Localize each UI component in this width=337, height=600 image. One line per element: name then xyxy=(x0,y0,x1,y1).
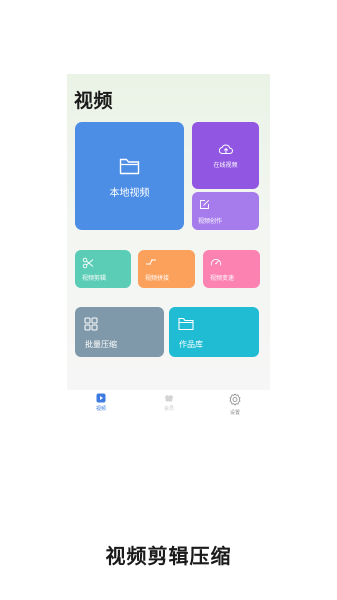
video-speed-card[interactable]: 视频变速 xyxy=(203,250,260,288)
grid-icon xyxy=(84,317,98,331)
video-cut-card[interactable]: 视频剪辑 xyxy=(75,250,131,288)
play-icon xyxy=(96,393,106,403)
online-video-card[interactable]: 在线视频 xyxy=(192,122,259,189)
tab-video[interactable]: 视频 xyxy=(81,393,121,412)
works-library-card[interactable]: 作品库 xyxy=(169,307,259,357)
promo-caption: 视频剪辑压缩 xyxy=(105,544,232,568)
scissors-icon xyxy=(82,257,94,269)
tab-vip-label: 会员 xyxy=(163,406,174,412)
video-join-label: 视频拼接 xyxy=(145,275,170,282)
batch-compress-card[interactable]: 批量压缩 xyxy=(75,307,164,357)
online-video-label: 在线视频 xyxy=(213,162,238,169)
join-icon xyxy=(146,259,156,265)
crown-icon xyxy=(165,395,173,402)
tab-vip[interactable]: 会员 xyxy=(149,393,189,412)
tab-settings-label: 设置 xyxy=(229,410,240,416)
cloud-upload-icon xyxy=(219,144,233,154)
batch-compress-label: 批量压缩 xyxy=(85,340,117,349)
local-video-card[interactable]: 本地视频 xyxy=(75,122,184,230)
folder-icon xyxy=(119,158,140,175)
bottom-tab-bar: 视频 会员 设置 xyxy=(67,390,270,420)
gear-icon xyxy=(229,393,241,406)
folder-icon xyxy=(178,317,194,331)
video-create-card[interactable]: 视频创作 xyxy=(192,192,259,230)
local-video-label: 本地视频 xyxy=(109,188,150,199)
video-join-card[interactable]: 视频拼接 xyxy=(138,250,195,288)
video-speed-label: 视频变速 xyxy=(210,275,235,282)
tab-video-label: 视频 xyxy=(95,406,106,412)
tab-settings[interactable]: 设置 xyxy=(215,393,255,416)
video-create-label: 视频创作 xyxy=(198,218,223,225)
page-title: 视频 xyxy=(74,90,114,112)
speedometer-icon xyxy=(210,259,222,266)
works-library-label: 作品库 xyxy=(179,340,203,349)
video-cut-label: 视频剪辑 xyxy=(82,275,107,282)
app-screen: 视频 本地视频 在线视频 视频创作 视频剪辑 视频拼接 视频变速 批量压缩 作品… xyxy=(67,74,270,420)
edit-icon xyxy=(200,199,210,209)
